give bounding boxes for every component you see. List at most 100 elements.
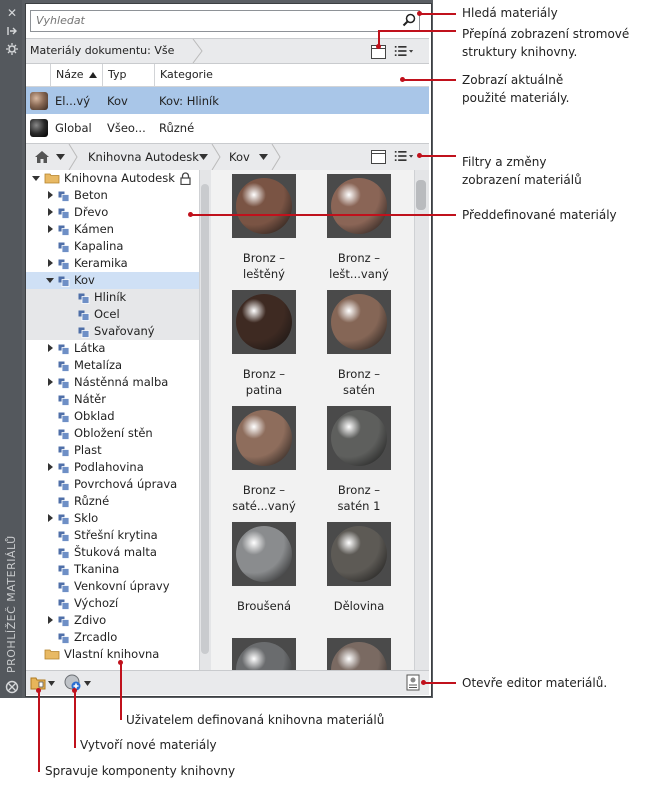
- tree-item-svarovany[interactable]: Svařovaný: [26, 323, 199, 340]
- tree-item-keramika[interactable]: Keramika: [26, 255, 199, 272]
- expand-icon[interactable]: [48, 378, 53, 386]
- tree-scrollbar-thumb[interactable]: [201, 184, 209, 654]
- material-label-line1: Bronz –: [242, 251, 286, 265]
- tree-item-metaliza[interactable]: Metalíza: [26, 357, 199, 374]
- material-sphere: [331, 294, 387, 350]
- tree-item-plast[interactable]: Plast: [26, 442, 199, 459]
- search-input[interactable]: [31, 11, 396, 29]
- callout-dot: [400, 77, 405, 82]
- tree-item-kapalina[interactable]: Kapalina: [26, 238, 199, 255]
- breadcrumb-separator-icon: [211, 144, 221, 170]
- list-view-options-icon[interactable]: [394, 44, 414, 58]
- tree-item-hlinik[interactable]: Hliník: [26, 289, 199, 306]
- grid-scrollbar[interactable]: [414, 170, 429, 670]
- expand-icon[interactable]: [48, 191, 53, 199]
- document-materials-breadcrumb[interactable]: Materiály dokumentu: Vše: [30, 39, 188, 63]
- material-category-icon: [58, 190, 70, 202]
- chevron-down-icon[interactable]: [84, 681, 91, 686]
- material-category-icon: [58, 377, 70, 389]
- tree-item-nater[interactable]: Nátěr: [26, 391, 199, 408]
- material-category-icon: [58, 258, 70, 270]
- header-name[interactable]: Náze: [50, 64, 102, 86]
- material-sphere: [331, 642, 387, 670]
- tree-item-kamen[interactable]: Kámen: [26, 221, 199, 238]
- collapse-icon[interactable]: [32, 176, 40, 181]
- search-box[interactable]: [30, 10, 420, 32]
- material-sphere: [236, 410, 292, 466]
- tree-label: Sklo: [74, 511, 99, 525]
- annotation-predefined: Předdefinované materiály: [462, 208, 617, 222]
- tree-item-oblozeni-sten[interactable]: Obložení stěn: [26, 425, 199, 442]
- material-thumbnail: [232, 290, 296, 354]
- material-label-line1: Broušená: [236, 599, 292, 613]
- header-category[interactable]: Kategorie: [154, 64, 429, 86]
- tree-item-stresni-krytina[interactable]: Střešní krytina: [26, 527, 199, 544]
- expand-icon[interactable]: [48, 463, 53, 471]
- tree-item-drevo[interactable]: Dřevo: [26, 204, 199, 221]
- properties-icon[interactable]: [5, 42, 19, 56]
- material-label: Bronz – leštěný: [214, 250, 314, 282]
- tree-item-podlahovina[interactable]: Podlahovina: [26, 459, 199, 476]
- crumb-kov[interactable]: Kov: [229, 144, 250, 170]
- grid-scrollbar-thumb[interactable]: [416, 180, 426, 210]
- material-category-icon: [78, 309, 90, 321]
- material-label: Bronz – lešt...vaný: [309, 250, 409, 282]
- tree-item-zrcadlo[interactable]: Zrcadlo: [26, 629, 199, 646]
- tree-item-venkovni-upravy[interactable]: Venkovní úpravy: [26, 578, 199, 595]
- filter-view-options-icon[interactable]: [394, 149, 414, 163]
- palette-titlebar[interactable]: ✕ PROHLÍŽEČ MATERIÁLŮ: [0, 0, 22, 698]
- tree-label: Zdivo: [74, 613, 107, 627]
- expand-icon[interactable]: [48, 208, 53, 216]
- material-editor-icon[interactable]: [406, 674, 420, 691]
- material-label-line2: saté...vaný: [232, 499, 296, 513]
- material-sphere: [331, 410, 387, 466]
- tree-label: Štuková malta: [74, 545, 157, 559]
- tree-item-nastenna-malba[interactable]: Nástěnná malba: [26, 374, 199, 391]
- expand-icon[interactable]: [48, 616, 53, 624]
- tree-item-custom-library[interactable]: Vlastní knihovna: [26, 646, 199, 663]
- callout-line: [420, 13, 456, 15]
- material-category-icon: [58, 530, 70, 542]
- tree-item-tkanina[interactable]: Tkanina: [26, 561, 199, 578]
- collapse-icon[interactable]: [46, 278, 54, 283]
- crumb-autodesk-library[interactable]: Knihovna Autodesk: [88, 144, 199, 170]
- tree-item-povrchova-uprava[interactable]: Povrchová úprava: [26, 476, 199, 493]
- tree-item-beton[interactable]: Beton: [26, 187, 199, 204]
- home-icon[interactable]: [34, 150, 50, 164]
- material-category-icon: [58, 445, 70, 457]
- annotation-filters-line2: zobrazení materiálů: [462, 173, 582, 187]
- table-row[interactable]: El...vý Kov Kov: Hliník: [26, 87, 429, 115]
- document-materials-bar: Materiály dokumentu: Vše: [26, 38, 429, 64]
- material-label-line1: Bronz –: [337, 251, 381, 265]
- materials-table-header: Náze Typ Kategorie: [26, 64, 429, 87]
- autohide-icon[interactable]: [5, 24, 19, 38]
- expand-icon[interactable]: [48, 344, 53, 352]
- tree-item-kov[interactable]: Kov: [26, 272, 199, 289]
- tree-item-ocel[interactable]: Ocel: [26, 306, 199, 323]
- expand-icon[interactable]: [48, 514, 53, 522]
- tree-item-sklo[interactable]: Sklo: [26, 510, 199, 527]
- expand-icon[interactable]: [48, 225, 53, 233]
- tree-label: Metalíza: [74, 358, 123, 372]
- tree-item-obklad[interactable]: Obklad: [26, 408, 199, 425]
- chevron-down-icon[interactable]: [48, 681, 55, 686]
- close-icon[interactable]: ✕: [5, 6, 19, 20]
- material-label: Bronz – saté...vaný: [214, 482, 314, 514]
- tree-root-autodesk-library[interactable]: Knihovna Autodesk: [26, 170, 199, 187]
- chevron-down-icon[interactable]: [199, 154, 208, 160]
- chevron-down-icon[interactable]: [259, 154, 268, 160]
- chevron-down-icon[interactable]: [56, 154, 65, 160]
- tree-item-stukova-malta[interactable]: Štuková malta: [26, 544, 199, 561]
- tree-item-ruzne[interactable]: Různé: [26, 493, 199, 510]
- table-row[interactable]: Global Všeo... Různé: [26, 114, 429, 142]
- tree-item-latka[interactable]: Látka: [26, 340, 199, 357]
- tree-item-vychozi[interactable]: Výchozí: [26, 595, 199, 612]
- material-sphere: [236, 642, 292, 670]
- tree-item-zdivo[interactable]: Zdivo: [26, 612, 199, 629]
- tree-view-toggle-icon[interactable]: [371, 150, 386, 164]
- search-icon[interactable]: [402, 13, 416, 27]
- expand-icon[interactable]: [48, 259, 53, 267]
- header-type[interactable]: Typ: [102, 64, 154, 86]
- tree-label: Keramika: [74, 256, 128, 270]
- material-category-icon: [58, 598, 70, 610]
